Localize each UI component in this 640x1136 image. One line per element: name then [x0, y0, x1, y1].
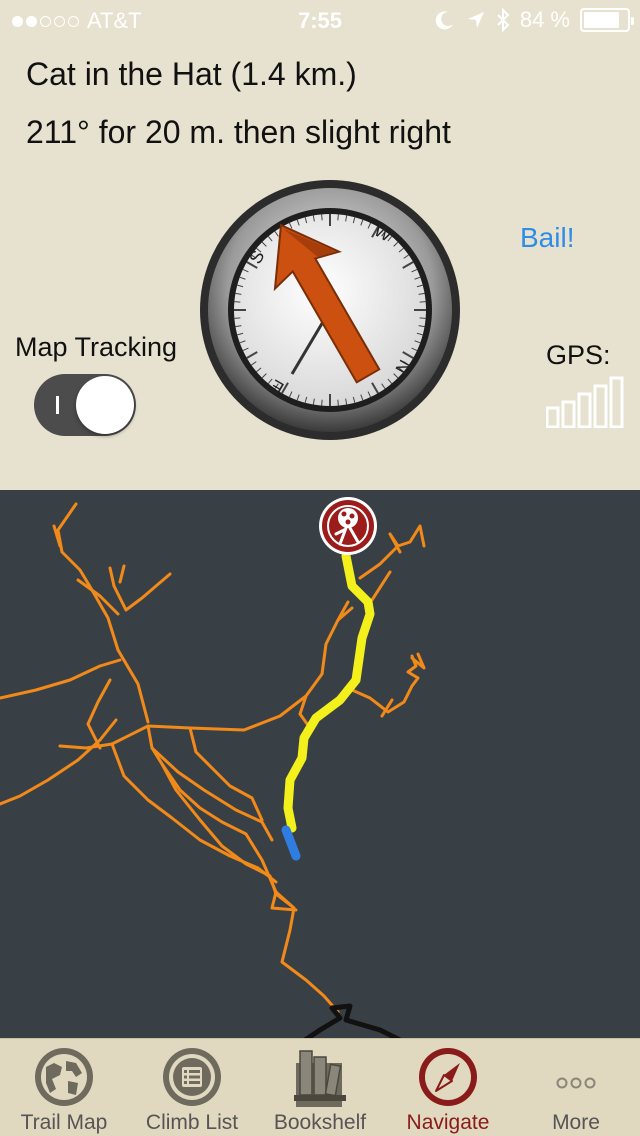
- climber-marker-icon: [319, 497, 377, 555]
- location-arrow-icon: [467, 12, 484, 28]
- direction-instruction: 211° for 20 m. then slight right: [26, 114, 451, 150]
- moon-icon: [435, 11, 453, 30]
- destination-title: Cat in the Hat (1.4 km.): [26, 56, 357, 92]
- tab-label: Climb List: [145, 1111, 239, 1134]
- gps-label: GPS:: [546, 340, 611, 370]
- gps-signal-icon: [546, 376, 624, 428]
- bluetooth-icon: [497, 8, 510, 32]
- battery-icon: [580, 8, 634, 32]
- map-tracking-toggle[interactable]: [34, 374, 136, 436]
- tab-climb-list[interactable]: Climb List: [128, 1039, 256, 1136]
- globe-icon: [35, 1048, 93, 1106]
- more-icon: [556, 1077, 596, 1089]
- tab-more[interactable]: More: [512, 1039, 640, 1136]
- tab-trail-map[interactable]: Trail Map: [0, 1039, 128, 1136]
- tab-label: More: [552, 1111, 600, 1134]
- tab-label: Trail Map: [20, 1111, 108, 1134]
- tab-navigate[interactable]: Navigate: [384, 1039, 512, 1136]
- status-bar: AT&T 7:55 84 %: [0, 0, 640, 40]
- battery-percent: 84 %: [519, 7, 570, 32]
- compass-icon: W N E S: [200, 180, 460, 440]
- tab-bar: Trail Map Climb List Bookshelf Navigate …: [0, 1038, 640, 1136]
- list-icon: [163, 1048, 221, 1106]
- trail-network: [0, 502, 426, 1014]
- tab-label: Bookshelf: [273, 1111, 367, 1134]
- status-icons: 84 %: [434, 7, 634, 33]
- tab-label: Navigate: [406, 1111, 490, 1134]
- bail-button[interactable]: Bail!: [520, 222, 574, 254]
- map-tracking-label: Map Tracking: [15, 332, 178, 362]
- tab-bookshelf[interactable]: Bookshelf: [256, 1039, 384, 1136]
- trail-map[interactable]: [0, 490, 640, 1038]
- books-icon: [294, 1050, 346, 1107]
- current-position-segment: [281, 825, 301, 861]
- road: [303, 1003, 402, 1038]
- compass-icon: [419, 1048, 477, 1106]
